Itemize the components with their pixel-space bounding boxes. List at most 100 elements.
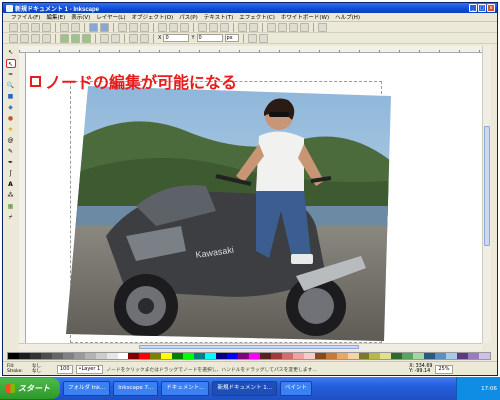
taskbar-item[interactable]: フォルダ Ink... [63, 381, 111, 396]
palette-swatch[interactable] [106, 353, 118, 359]
palette-swatch[interactable] [358, 353, 370, 359]
ellipse-tool-icon[interactable]: ● [6, 114, 16, 123]
palette-swatch[interactable] [259, 353, 271, 359]
xml-editor-icon[interactable] [289, 22, 298, 32]
palette-swatch[interactable] [292, 353, 304, 359]
palette-swatch[interactable] [183, 353, 195, 359]
show-outline-icon[interactable] [258, 33, 268, 43]
text-font-icon[interactable] [278, 22, 287, 32]
spray-tool-icon[interactable]: ⁂ [6, 191, 16, 200]
new-document-icon[interactable] [9, 22, 18, 32]
palette-swatch[interactable] [227, 353, 239, 359]
star-tool-icon[interactable]: ★ [6, 125, 16, 134]
palette-swatch[interactable] [18, 353, 30, 359]
taskbar-item[interactable]: Inkscape 7... [113, 381, 159, 396]
taskbar-item[interactable]: ペイント [279, 381, 312, 396]
segment-line-icon[interactable] [100, 33, 109, 43]
menu-whiteboard[interactable]: ホワイトボード(W) [281, 13, 329, 21]
selector-tool-icon[interactable]: ↖ [6, 48, 16, 57]
palette-swatch[interactable] [216, 353, 228, 359]
motorcycle-photo[interactable]: Kawasaki [66, 86, 391, 341]
pen-tool-icon[interactable]: ✒ [6, 158, 16, 167]
ungroup-icon[interactable] [249, 22, 258, 32]
palette-swatch[interactable] [128, 353, 140, 359]
palette-swatch[interactable] [380, 353, 392, 359]
palette-swatch[interactable] [150, 353, 162, 359]
menu-path[interactable]: パス(P) [179, 13, 198, 21]
palette-swatch[interactable] [347, 353, 359, 359]
palette-swatch[interactable] [478, 353, 490, 359]
spiral-tool-icon[interactable]: @ [6, 136, 16, 145]
cut-icon[interactable] [129, 22, 138, 32]
preferences-icon[interactable] [318, 22, 327, 32]
rectangle-tool-icon[interactable]: ■ [6, 92, 16, 101]
stroke-to-path-icon[interactable] [140, 33, 149, 43]
palette-swatch[interactable] [73, 353, 85, 359]
palette-swatch[interactable] [95, 353, 107, 359]
zoom-drawing-icon[interactable] [169, 22, 178, 32]
palette-swatch[interactable] [40, 353, 52, 359]
node-x-field[interactable]: 0 [163, 34, 190, 42]
menu-file[interactable]: ファイル(F) [11, 13, 40, 21]
vertical-ruler[interactable] [19, 53, 26, 343]
palette-swatch[interactable] [161, 353, 173, 359]
palette-swatch[interactable] [325, 353, 337, 359]
palette-swatch[interactable] [413, 353, 425, 359]
copy-icon[interactable] [118, 22, 127, 32]
node-y-field[interactable]: 0 [196, 34, 223, 42]
object-to-path-icon[interactable] [129, 33, 138, 43]
align-icon[interactable] [300, 22, 309, 32]
export-icon[interactable] [71, 22, 80, 32]
zoom-selection-icon[interactable] [158, 22, 167, 32]
menu-view[interactable]: 表示(V) [71, 13, 90, 21]
node-tool-icon[interactable]: ↖ [5, 59, 16, 68]
palette-swatch[interactable] [369, 353, 381, 359]
start-button[interactable]: スタート [0, 378, 60, 399]
palette-swatch[interactable] [8, 353, 19, 359]
pencil-tool-icon[interactable]: ✎ [6, 147, 16, 156]
menu-help[interactable]: ヘルプ(H) [335, 13, 360, 21]
palette-swatch[interactable] [446, 353, 458, 359]
dropper-tool-icon[interactable]: ⌿ [6, 213, 16, 222]
menu-effects[interactable]: エフェクト(C) [239, 13, 275, 21]
drawing-canvas[interactable]: Kawasaki ノードの編集が可能になる [26, 53, 482, 343]
palette-swatch[interactable] [424, 353, 436, 359]
taskbar-item[interactable]: ドキュメント... [161, 381, 210, 396]
palette-swatch[interactable] [84, 353, 96, 359]
horizontal-scrollbar[interactable] [19, 343, 482, 350]
redo-icon[interactable] [100, 22, 109, 32]
show-handles-icon[interactable] [247, 33, 257, 43]
palette-swatch[interactable] [270, 353, 282, 359]
paste-icon[interactable] [140, 22, 149, 32]
fill-stroke-icon[interactable] [267, 22, 276, 32]
palette-swatch[interactable] [281, 353, 293, 359]
symmetric-node-icon[interactable] [82, 33, 91, 43]
close-button[interactable]: x [487, 4, 495, 12]
menu-edit[interactable]: 編集(E) [46, 13, 65, 21]
menu-layer[interactable]: レイヤー(L) [96, 13, 125, 21]
break-path-icon[interactable] [42, 33, 51, 43]
palette-swatch[interactable] [435, 353, 447, 359]
title-bar[interactable]: 新規ドキュメント 1 - Inkscape _ □ x [3, 3, 497, 13]
zoom-field[interactable]: 25% [435, 364, 453, 374]
fill-stroke-values[interactable]: なし なし [32, 364, 54, 374]
3d-box-tool-icon[interactable]: ◆ [6, 103, 16, 112]
print-icon[interactable] [42, 22, 51, 32]
horizontal-scroll-thumb[interactable] [139, 345, 359, 349]
minimize-button[interactable]: _ [469, 4, 477, 12]
vertical-scrollbar[interactable] [482, 46, 491, 343]
unit-select[interactable]: px [224, 34, 239, 42]
palette-swatch[interactable] [314, 353, 326, 359]
palette-swatch[interactable] [402, 353, 414, 359]
import-icon[interactable] [60, 22, 69, 32]
taskbar-item-active[interactable]: 新規ドキュメント 1... [212, 381, 277, 396]
palette-swatch[interactable] [139, 353, 151, 359]
palette-swatch[interactable] [194, 353, 206, 359]
calligraphy-tool-icon[interactable]: ʃ [6, 169, 16, 178]
group-icon[interactable] [238, 22, 247, 32]
palette-swatch[interactable] [457, 353, 469, 359]
vertical-scroll-thumb[interactable] [484, 126, 490, 246]
gradient-tool-icon[interactable]: ▦ [6, 202, 16, 211]
zoom-page-icon[interactable] [180, 22, 189, 32]
palette-swatch[interactable] [238, 353, 249, 359]
